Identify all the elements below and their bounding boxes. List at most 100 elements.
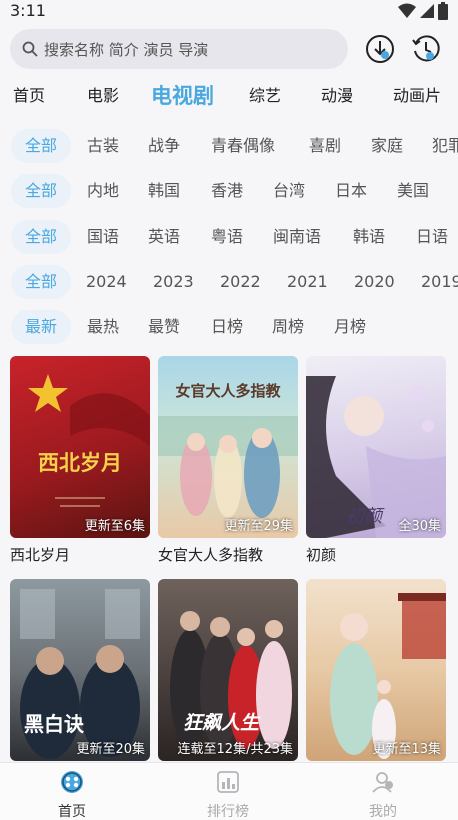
battery-icon [438,2,448,20]
filter-chip[interactable]: 2019 [421,265,458,299]
poster-title-text: 狂飙人生 [183,712,261,734]
poster-art: 女官大人多指教 [158,382,298,518]
filter-chip[interactable]: 青春偶像 [211,129,275,163]
drama-card[interactable]: 黑白诀 更新至20集 [10,579,150,767]
wifi-icon [398,3,416,18]
filter-chip[interactable]: 国语 [87,220,119,254]
tab-home[interactable]: 首页 [13,77,45,115]
filter-chip[interactable]: 最新 [11,310,72,344]
poster-image: 西北岁月 更新至6集 [10,356,150,538]
filter-chip[interactable]: 2021 [287,265,328,299]
status-bar: 3:11 [0,0,458,24]
episode-badge: 更新至6集 [84,519,145,534]
filter-chip[interactable]: 犯罪 [432,129,458,163]
poster-image: 女官大人多指教 更新至29集 [158,356,298,538]
tab-cartoon[interactable]: 动画片 [393,77,441,115]
search-input[interactable]: 搜索名称 简介 演员 导演 [10,29,348,69]
search-icon [22,41,38,57]
ranking-icon [217,771,239,793]
drama-card[interactable]: 女官大人多指教 更新至29集 女官大人多指教 [158,356,298,565]
poster-title-text: 黑白诀 [24,712,85,736]
genre-filter-row: 全部 古装 战争 青春偶像 喜剧 家庭 犯罪 [0,129,458,165]
drama-card[interactable]: 初颜 全30集 初颜 [306,356,446,565]
poster-image: 更新至13集 [306,579,446,761]
filter-chip[interactable]: 日榜 [211,310,243,344]
search-placeholder: 搜索名称 简介 演员 导演 [44,40,209,59]
region-filter-row: 全部 内地 韩国 香港 台湾 日本 美国 [0,174,458,210]
nav-label: 首页 [58,804,86,820]
nav-ranking[interactable]: 排行榜 [183,769,273,820]
year-filter-row: 全部 2024 2023 2022 2021 2020 2019 [0,265,458,301]
filter-chip[interactable]: 台湾 [273,174,305,208]
poster-title-text: 西北岁月 [38,451,122,475]
tab-anime[interactable]: 动漫 [321,77,353,115]
nav-home[interactable]: 首页 [27,769,117,820]
episode-badge: 更新至20集 [76,742,145,757]
drama-card[interactable]: 更新至13集 [306,579,446,767]
filter-chip[interactable]: 喜剧 [309,129,341,163]
filter-chip[interactable]: 闽南语 [273,220,321,254]
filter-chip[interactable]: 全部 [11,220,72,254]
filter-chip[interactable]: 全部 [11,265,72,299]
drama-card[interactable]: 狂飙人生 连载至12集/共23集 [158,579,298,767]
episode-badge: 更新至13集 [372,742,441,757]
episode-badge: 全30集 [398,519,441,534]
poster-art: 黑白诀 [20,589,140,759]
card-title: 女官大人多指教 [158,546,264,564]
filter-chip[interactable]: 粤语 [211,220,243,254]
filter-chip[interactable]: 韩语 [353,220,385,254]
filter-chip[interactable]: 英语 [148,220,180,254]
poster-art: 初颜 [306,376,446,538]
card-title: 初颜 [306,546,337,564]
filter-chip[interactable]: 香港 [211,174,243,208]
nav-label: 排行榜 [207,804,249,820]
poster-art: 狂飙人生 [170,611,292,749]
history-icon [412,35,440,62]
nav-profile[interactable]: 我的 [338,769,428,820]
filter-chip[interactable]: 2020 [354,265,395,299]
filter-chip[interactable]: 2023 [153,265,194,299]
poster-image: 黑白诀 更新至20集 [10,579,150,761]
filter-chip[interactable]: 家庭 [371,129,403,163]
tab-tv-series[interactable]: 电视剧 [151,77,214,115]
profile-icon [372,772,393,793]
channel-tabs: 首页 电影 电视剧 综艺 动漫 动画片 [0,77,458,115]
tab-movie[interactable]: 电影 [87,77,119,115]
poster-title-text: 女官大人多指教 [175,382,281,400]
filter-chip[interactable]: 战争 [148,129,180,163]
episode-badge: 更新至29集 [224,519,293,534]
filter-chip[interactable]: 全部 [11,129,72,163]
filter-chip[interactable]: 最热 [87,310,119,344]
filter-chip[interactable]: 2022 [220,265,261,299]
poster-art [330,593,446,759]
poster-image: 狂飙人生 连载至12集/共23集 [158,579,298,761]
history-button[interactable] [410,33,442,65]
poster-art: 西北岁月 [28,374,150,507]
status-time: 3:11 [10,1,46,20]
filter-chip[interactable]: 周榜 [272,310,304,344]
filter-chip[interactable]: 日本 [335,174,367,208]
filter-chip[interactable]: 2024 [86,265,127,299]
drama-card[interactable]: 西北岁月 更新至6集 西北岁月 [10,356,150,565]
filter-chip[interactable]: 韩国 [148,174,180,208]
signal-icon [420,4,434,18]
status-icons [398,2,448,20]
home-icon [61,771,83,793]
sort-filter-row: 最新 最热 最赞 日榜 周榜 月榜 [0,310,458,346]
poster-title-text: 初颜 [346,506,385,527]
download-icon [366,35,394,63]
card-title: 西北岁月 [10,546,71,564]
poster-image: 初颜 全30集 [306,356,446,538]
filter-chip[interactable]: 日语 [416,220,448,254]
bottom-nav: 首页 排行榜 我的 [0,762,458,820]
filter-chip[interactable]: 古装 [87,129,119,163]
nav-label: 我的 [369,804,397,820]
filter-chip[interactable]: 全部 [11,174,72,208]
episode-badge: 连载至12集/共23集 [177,742,293,757]
filter-chip[interactable]: 月榜 [334,310,366,344]
filter-chip[interactable]: 最赞 [148,310,180,344]
download-button[interactable] [364,33,396,65]
filter-chip[interactable]: 内地 [87,174,119,208]
filter-chip[interactable]: 美国 [397,174,429,208]
tab-variety[interactable]: 综艺 [249,77,281,115]
